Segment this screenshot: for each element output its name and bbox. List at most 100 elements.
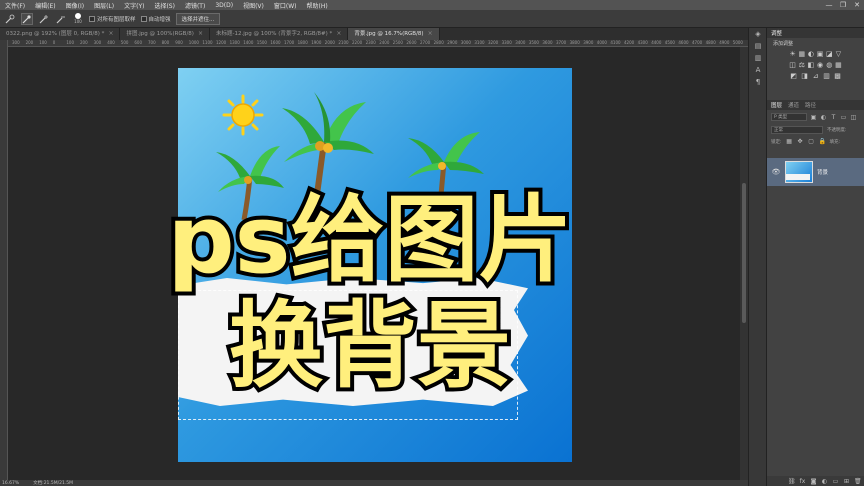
menu-window[interactable]: 窗口(W)	[269, 1, 302, 10]
horizontal-ruler[interactable]: 300 200 100 0 100 200 300 400 500 600 700 800 900 100…	[8, 40, 748, 47]
restore-button[interactable]: ❐	[836, 0, 850, 10]
curves-icon[interactable]: ◐	[807, 50, 814, 59]
ruler-tick-label: 4300	[637, 40, 648, 45]
tab-document-4[interactable]: 背景.jpg @ 16.7%(RGB/8) ×	[348, 28, 440, 40]
lock-position-icon[interactable]: ✥	[797, 138, 804, 145]
menu-image[interactable]: 图像(I)	[61, 1, 89, 10]
invert-icon[interactable]: ◩	[789, 72, 798, 81]
color-balance-icon[interactable]: ⚖	[798, 61, 805, 70]
paragraph-icon[interactable]: ¶	[749, 76, 767, 88]
menu-file[interactable]: 文件(F)	[0, 1, 30, 10]
tab-label: 拼图.jpg @ 100%(RGB/8)	[126, 31, 194, 37]
delete-layer-icon[interactable]: 🗑	[854, 478, 862, 485]
scrollbar-thumb[interactable]	[742, 183, 746, 323]
visibility-eye-icon[interactable]: 👁	[771, 168, 781, 176]
lock-pixels-icon[interactable]: ▦	[786, 138, 793, 145]
tab-close-icon[interactable]: ×	[428, 28, 433, 40]
auto-enhance-checkbox[interactable]	[140, 15, 147, 22]
brightness-icon[interactable]: ☀	[789, 50, 796, 59]
character-icon[interactable]: A	[749, 64, 767, 76]
sample-all-layers-checkbox[interactable]	[89, 15, 95, 22]
gradient-map-icon[interactable]: ▽	[835, 50, 842, 59]
filter-type-icon[interactable]: T	[830, 114, 837, 121]
vibrance-icon[interactable]: ◪	[826, 50, 833, 59]
new-selection-icon[interactable]	[21, 12, 33, 25]
add-mask-icon[interactable]: ◙	[810, 478, 817, 485]
close-button[interactable]: ✕	[850, 0, 864, 10]
vertical-scrollbar[interactable]	[740, 47, 748, 480]
filter-adjustment-icon[interactable]: ◐	[820, 114, 827, 121]
exposure-icon[interactable]: ▣	[817, 50, 824, 59]
tab-document-2[interactable]: 拼图.jpg @ 100%(RGB/8) ×	[120, 28, 210, 40]
brush-size-picker[interactable]: 100	[72, 13, 84, 25]
lock-label: 锁定:	[771, 139, 782, 145]
lock-artboard-icon[interactable]: ▢	[808, 138, 815, 145]
ruler-tick-label: 4800	[705, 40, 716, 45]
menu-view[interactable]: 视图(V)	[238, 1, 269, 10]
tab-close-icon[interactable]: ×	[336, 28, 341, 40]
auto-enhance-option[interactable]: 自动增强	[140, 15, 171, 23]
menu-type[interactable]: 文字(Y)	[119, 1, 149, 10]
menu-filter[interactable]: 滤镜(T)	[180, 1, 210, 10]
selective-color-icon[interactable]: ▥	[822, 72, 831, 81]
new-group-icon[interactable]: ▭	[832, 478, 839, 485]
tab-document-3[interactable]: 未标题-12.jpg @ 100% (背景字2, RGB/8#) * ×	[209, 28, 349, 40]
channel-mixer-icon[interactable]: ◍	[826, 61, 833, 70]
layers-footer: ⛓ fx ◙ ◐ ▭ ⊞ 🗑	[767, 476, 864, 486]
hue-saturation-icon[interactable]: ◫	[789, 61, 796, 70]
ruler-tick-label: 900	[175, 40, 183, 45]
menu-help[interactable]: 帮助(H)	[302, 1, 333, 10]
levels-icon[interactable]: ▦	[798, 50, 805, 59]
blend-mode-select[interactable]: 正常	[771, 126, 823, 134]
window-controls: — ❐ ✕	[822, 0, 864, 10]
filter-pixel-icon[interactable]: ▣	[810, 114, 817, 121]
tab-adjustments[interactable]: 调整	[771, 29, 782, 37]
filter-shape-icon[interactable]: ▭	[840, 114, 847, 121]
ruler-tick-label: 4600	[678, 40, 689, 45]
color-lookup-icon[interactable]: ▦	[835, 61, 842, 70]
quick-select-tool-icon[interactable]	[4, 13, 16, 25]
zoom-level[interactable]: 16.67%	[2, 481, 19, 486]
tab-channels[interactable]: 通道	[788, 101, 799, 109]
filter-smart-icon[interactable]: ◫	[850, 114, 857, 121]
menu-edit[interactable]: 编辑(E)	[30, 1, 60, 10]
ruler-tick-label: 4200	[624, 40, 635, 45]
ruler-tick-label: 0	[52, 40, 56, 45]
menu-3d[interactable]: 3D(D)	[210, 2, 238, 9]
new-adjustment-icon[interactable]: ◐	[821, 478, 828, 485]
select-and-mask-button[interactable]: 选择并遮住...	[175, 12, 221, 25]
black-white-icon[interactable]: ◧	[807, 61, 815, 70]
menu-layer[interactable]: 图层(L)	[89, 1, 119, 10]
lock-all-icon[interactable]: 🔒	[819, 138, 826, 145]
libraries-icon[interactable]: ▥	[749, 52, 767, 64]
layer-row-background[interactable]: 👁 背景	[767, 158, 864, 186]
layer-style-icon[interactable]: fx	[799, 478, 806, 485]
photo-filter-icon[interactable]: ◉	[817, 61, 824, 70]
posterize-icon[interactable]: ◨	[800, 72, 809, 81]
minimize-button[interactable]: —	[822, 0, 836, 10]
ruler-tick-label: 200	[80, 40, 88, 45]
ruler-tick-label: 100	[39, 40, 47, 45]
fill-label: 填充:	[829, 139, 841, 145]
tab-paths[interactable]: 路径	[805, 101, 816, 109]
tab-close-icon[interactable]: ×	[108, 28, 113, 40]
gradient-fill-icon[interactable]: ▩	[833, 72, 842, 81]
new-layer-icon[interactable]: ⊞	[843, 478, 850, 485]
subtract-from-selection-icon[interactable]	[55, 13, 67, 25]
layers-panel: 图层 通道 路径 P 类型 ▣ ◐ T ▭ ◫ 正常 不透明度: 锁定: ▦ ✥…	[767, 100, 864, 486]
tab-close-icon[interactable]: ×	[198, 28, 203, 40]
tab-document-1[interactable]: 0322.png @ 192% (图层 0, RGB/8) * ×	[0, 28, 121, 40]
ruler-tick-label: 800	[161, 40, 170, 45]
lock-row: 锁定: ▦ ✥ ▢ 🔒 填充:	[767, 136, 864, 147]
link-layers-icon[interactable]: ⛓	[788, 478, 796, 485]
threshold-icon[interactable]: ⊿	[811, 72, 820, 81]
layer-name[interactable]: 背景	[817, 168, 828, 176]
history-icon[interactable]: ◈	[749, 28, 767, 40]
layer-kind-filter[interactable]: P 类型	[771, 113, 807, 121]
ruler-tick-label: 1300	[229, 40, 240, 45]
sample-all-layers-option[interactable]: 对所有图层取样	[89, 15, 136, 23]
menu-select[interactable]: 选择(S)	[149, 1, 180, 10]
add-to-selection-icon[interactable]	[38, 13, 50, 25]
tab-layers[interactable]: 图层	[771, 101, 782, 109]
properties-icon[interactable]: ▤	[749, 40, 767, 52]
